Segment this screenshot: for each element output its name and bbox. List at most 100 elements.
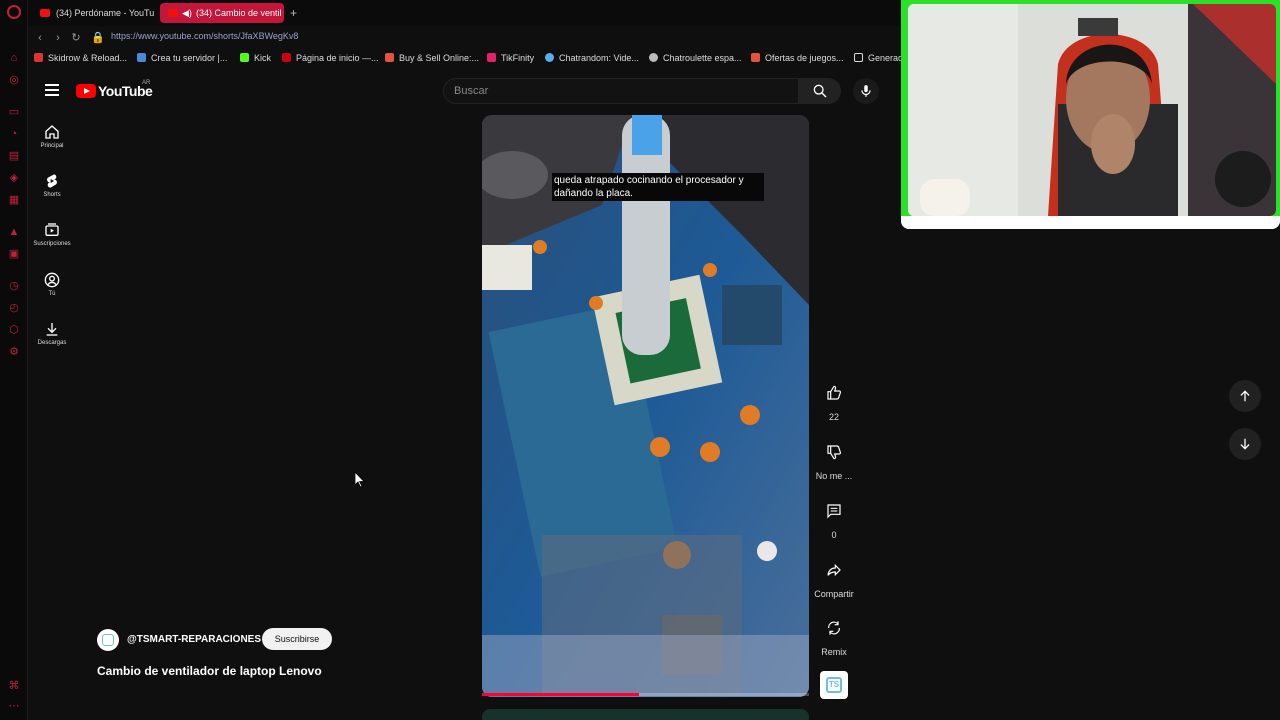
- bookmark-label: Página de inicio —...: [296, 53, 379, 63]
- comment-icon: [827, 504, 841, 519]
- short-video-player[interactable]: [482, 115, 809, 697]
- tab-strip: (34) Perdóname - YouTub ◀) (34) Cambio d…: [28, 0, 900, 26]
- sidebar-app-icon[interactable]: ◔: [6, 126, 22, 142]
- aria-icon[interactable]: ▲: [6, 224, 22, 240]
- sidebar-app-icon[interactable]: ⬡: [6, 322, 22, 338]
- more-icon[interactable]: ⋯: [6, 698, 22, 714]
- back-icon[interactable]: ‹: [33, 30, 47, 46]
- thumbs-down-icon: [827, 445, 842, 460]
- previous-short-button[interactable]: [1229, 380, 1261, 412]
- arrow-down-icon: [1240, 438, 1250, 450]
- webcam-frame-base: [901, 216, 1280, 229]
- next-short-preview[interactable]: [482, 709, 809, 720]
- reload-icon[interactable]: ↻: [69, 30, 83, 46]
- tab-cambio-ventilador[interactable]: ◀) (34) Cambio de ventil: [160, 3, 284, 23]
- channel-avatar[interactable]: [97, 629, 119, 651]
- sidebar-app-icon[interactable]: ⌘: [6, 678, 22, 694]
- forward-icon[interactable]: ›: [51, 30, 65, 46]
- home-icon: [45, 125, 59, 139]
- tab-label: (34) Perdóname - YouTub: [56, 8, 154, 18]
- browser-sidebar: ⌂ ◎ ▭ ◔ ▤ ◈ ▦ ▲ ▣ ◷ ◴ ⬡ ⚙ ⌘ ⋯: [0, 0, 28, 720]
- bookmark-item[interactable]: Generad: [854, 53, 903, 63]
- bookmark-item[interactable]: Kick: [240, 53, 271, 63]
- remix-icon: [828, 621, 840, 635]
- bookmark-item[interactable]: Skidrow & Reload...: [34, 53, 127, 63]
- twitch-icon[interactable]: ▣: [6, 246, 22, 262]
- bookmark-icon: [34, 53, 43, 62]
- bookmark-item[interactable]: Chatroulette espa...: [649, 53, 742, 63]
- bookmark-label: Kick: [254, 53, 272, 63]
- tab-perdoname[interactable]: (34) Perdóname - YouTub: [32, 3, 154, 23]
- sidebar-app-icon[interactable]: ◈: [6, 170, 22, 186]
- dislike-button[interactable]: No me ...: [810, 437, 858, 481]
- sidebar-app-icon[interactable]: ▦: [6, 192, 22, 208]
- history-icon[interactable]: ◴: [6, 300, 22, 316]
- sidebar-item-principal[interactable]: Principal: [28, 124, 76, 149]
- settings-icon[interactable]: ⚙: [6, 344, 22, 360]
- voice-search-button[interactable]: [853, 78, 879, 104]
- sidebar-item-shorts[interactable]: Shorts: [28, 173, 76, 198]
- comment-count: 0: [831, 530, 837, 540]
- video-progress-fill: [482, 693, 639, 696]
- like-count: 22: [828, 412, 839, 422]
- home-panel-icon[interactable]: ⌂: [6, 50, 22, 66]
- arrow-up-icon: [1240, 390, 1250, 402]
- sidebar-item-suscripciones[interactable]: Suscripciones: [28, 222, 76, 247]
- download-icon: [46, 323, 58, 336]
- tikfinity-icon: [487, 53, 496, 62]
- search-icon: [813, 84, 827, 98]
- sidebar-item-tu[interactable]: Tú: [28, 272, 76, 297]
- bookmark-item[interactable]: Buy & Sell Online:...: [385, 53, 479, 63]
- webcam-overlay: [901, 0, 1280, 229]
- video-progress-bar[interactable]: [482, 693, 809, 696]
- sidebar-item-descargas[interactable]: Descargas: [28, 321, 76, 346]
- page-icon: [854, 53, 863, 62]
- video-caption: queda atrapado cocinando el procesador y…: [552, 173, 764, 201]
- sound-source-thumbnail[interactable]: TS: [820, 671, 848, 699]
- address-bar: ‹ › ↻ 🔒 https://www.youtube.com/shorts/J…: [28, 27, 900, 49]
- lock-icon: 🔒: [91, 32, 105, 44]
- g2a-icon: [385, 53, 394, 62]
- bookmark-label: Buy & Sell Online:...: [399, 53, 480, 63]
- youtube-favicon-icon: [40, 9, 50, 17]
- short-title[interactable]: Cambio de ventilador de laptop Lenovo: [97, 664, 322, 678]
- search-box: [443, 78, 799, 104]
- next-short-button[interactable]: [1229, 428, 1261, 460]
- like-button[interactable]: 22: [810, 378, 858, 422]
- sidebar-item-label: Suscripciones: [33, 241, 71, 247]
- sidebar-item-label: Principal: [40, 143, 64, 149]
- chat-icon: [545, 53, 554, 62]
- bookmark-item[interactable]: Chatrandom: Vide...: [545, 53, 639, 63]
- new-tab-button[interactable]: +: [290, 3, 304, 23]
- bookmark-icon: [137, 53, 146, 62]
- sidebar-item-label: Descargas: [37, 340, 67, 346]
- bookmark-label: TikFinity: [501, 53, 535, 63]
- sidebar-app-icon[interactable]: ▤: [6, 148, 22, 164]
- bookmark-item[interactable]: TikFinity: [487, 53, 534, 63]
- bookmark-icon: [282, 53, 291, 62]
- you-icon: [44, 272, 60, 288]
- sidebar-app-icon[interactable]: ◷: [6, 278, 22, 294]
- subscribe-button[interactable]: Suscribirse: [262, 628, 332, 650]
- bookmark-icon: [649, 53, 658, 62]
- bookmark-label: Chatroulette espa...: [663, 53, 742, 63]
- video-frame: [482, 115, 809, 697]
- microphone-icon: [861, 85, 871, 97]
- search-input[interactable]: [454, 85, 784, 97]
- bookmark-label: Generad: [868, 53, 904, 63]
- sidebar-app-icon[interactable]: ▭: [6, 104, 22, 120]
- share-button[interactable]: Compartir: [810, 555, 858, 599]
- opera-logo-icon[interactable]: [7, 5, 21, 19]
- bookmark-item[interactable]: Página de inicio —...: [282, 53, 379, 63]
- bookmark-item[interactable]: Crea tu servidor |...: [137, 53, 227, 63]
- messenger-icon[interactable]: ◎: [6, 72, 22, 88]
- search-button[interactable]: [799, 78, 841, 104]
- channel-handle[interactable]: @TSMART-REPARACIONES: [127, 634, 261, 645]
- sidebar-item-label: Shorts: [43, 192, 61, 198]
- bookmark-item[interactable]: Ofertas de juegos...: [751, 53, 844, 63]
- remix-button[interactable]: Remix: [810, 613, 858, 657]
- hamburger-menu-icon[interactable]: [45, 84, 59, 98]
- url-field[interactable]: https://www.youtube.com/shorts/JfaXBWegK…: [111, 31, 298, 41]
- comments-button[interactable]: 0: [810, 496, 858, 540]
- bookmark-label: Skidrow & Reload...: [48, 53, 128, 63]
